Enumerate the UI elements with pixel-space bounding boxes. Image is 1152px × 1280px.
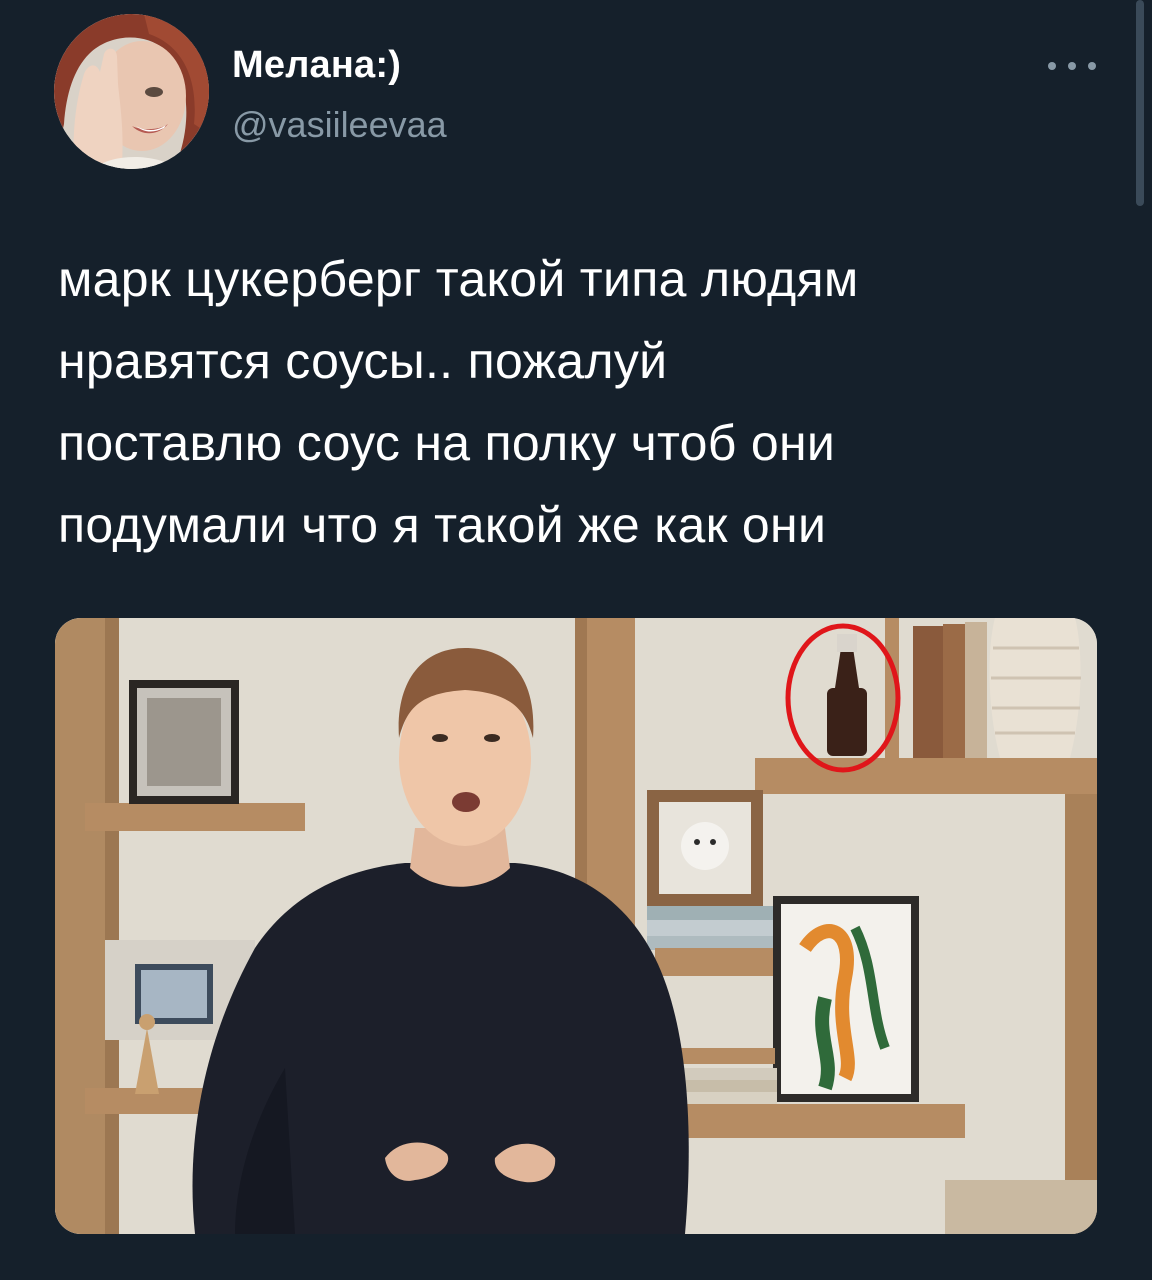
more-horizontal-icon [1048,62,1096,70]
user-handle[interactable]: @vasiileevaa [232,104,447,146]
tweet-text: марк цукерберг такой типа людям нравятся… [58,251,859,553]
more-options-button[interactable] [1048,52,1096,80]
tweet-media-image[interactable] [55,618,1097,1234]
scrollbar[interactable] [1136,0,1144,206]
display-name[interactable]: Мелана:) [232,44,401,87]
tweet-screen: Мелана:) @vasiileevaa марк цукерберг так… [0,0,1152,1280]
avatar[interactable] [54,14,209,169]
avatar-photo [54,14,209,169]
media-photo [55,618,1097,1234]
